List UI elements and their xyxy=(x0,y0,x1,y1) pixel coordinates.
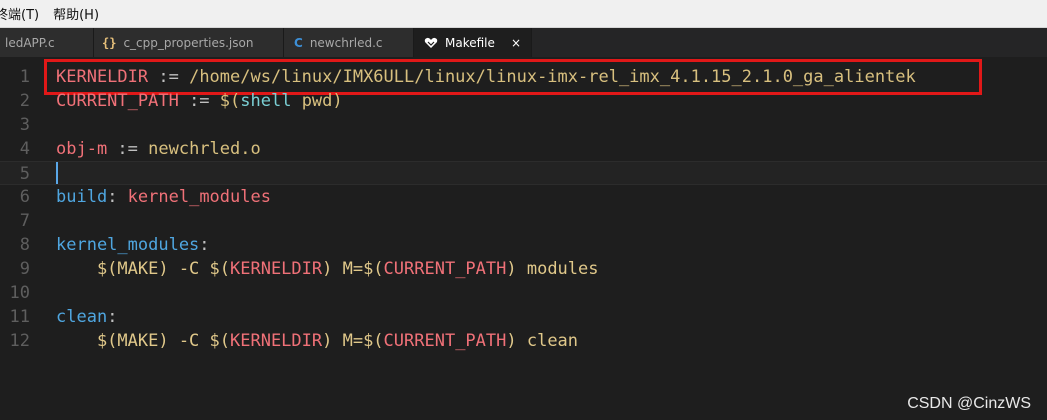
menu-bar: 终端(T) 帮助(H) xyxy=(0,0,1047,28)
code-token: ) clean xyxy=(506,331,579,351)
line-number: 12 xyxy=(9,331,30,351)
code-line[interactable]: 6 build: kernel_modules xyxy=(0,185,1047,209)
code-token: := xyxy=(178,91,220,111)
code-line[interactable]: 9 $(MAKE) -C $(KERNELDIR) M=$(CURRENT_PA… xyxy=(0,257,1047,281)
line-number: 4 xyxy=(19,139,30,159)
line-number: 9 xyxy=(19,259,30,279)
code-line[interactable]: 1 KERNELDIR := /home/ws/linux/IMX6ULL/lin… xyxy=(0,65,1047,89)
code-token: build xyxy=(56,187,108,207)
code-token: kernel_modules xyxy=(127,187,271,207)
code-token: KERNELDIR xyxy=(230,331,323,351)
tab-newchrled[interactable]: C newchrled.c xyxy=(284,28,414,57)
code-token: $(MAKE) -C $( xyxy=(56,259,230,279)
tab-c-cpp-properties[interactable]: {} c_cpp_properties.json xyxy=(94,28,284,57)
code-text: clean: xyxy=(56,305,117,329)
code-token: newchrled.o xyxy=(148,139,261,159)
code-text: CURRENT_PATH := $(shell pwd) xyxy=(56,89,343,113)
tab-bar: ledAPP.c {} c_cpp_properties.json C newc… xyxy=(0,28,1047,57)
watermark: CSDN @CinzWS xyxy=(907,395,1031,412)
code-line[interactable]: 3 xyxy=(0,113,1047,137)
code-line[interactable]: 5 xyxy=(0,161,1047,185)
code-line[interactable]: 4 obj-m := newchrled.o xyxy=(0,137,1047,161)
c-file-icon: C xyxy=(294,35,303,50)
line-number: 6 xyxy=(19,187,30,207)
code-token: /home/ws/linux/IMX6ULL/linux/linux-imx-r… xyxy=(189,67,916,87)
code-token: pwd) xyxy=(291,91,343,111)
code-token: CURRENT_PATH xyxy=(383,331,507,351)
code-text: $(MAKE) -C $(KERNELDIR) M=$(CURRENT_PATH… xyxy=(56,329,578,353)
line-number: 7 xyxy=(19,211,30,231)
line-number: 11 xyxy=(9,307,30,327)
code-line[interactable]: 12 $(MAKE) -C $(KERNELDIR) M=$(CURRENT_P… xyxy=(0,329,1047,353)
menu-help[interactable]: 帮助(H) xyxy=(53,4,99,23)
tab-makefile[interactable]: Makefile × xyxy=(414,28,532,57)
code-line[interactable]: 11 clean: xyxy=(0,305,1047,329)
code-token: ) M=$( xyxy=(322,259,384,279)
code-text: kernel_modules: xyxy=(56,233,210,257)
text-cursor xyxy=(56,162,58,184)
code-token: obj-m xyxy=(56,139,108,159)
line-number: 8 xyxy=(19,235,30,255)
tab-ledapp[interactable]: ledAPP.c xyxy=(0,28,94,57)
line-number: 10 xyxy=(9,283,30,303)
close-icon[interactable]: × xyxy=(511,36,521,50)
code-token: ) M=$( xyxy=(322,331,384,351)
code-line[interactable]: 8 kernel_modules: xyxy=(0,233,1047,257)
code-token: : xyxy=(199,235,210,255)
line-number: 5 xyxy=(19,164,30,184)
code-line[interactable]: 7 xyxy=(0,209,1047,233)
code-text: $(MAKE) -C $(KERNELDIR) M=$(CURRENT_PATH… xyxy=(56,257,599,281)
code-token: CURRENT_PATH xyxy=(383,259,507,279)
code-text: KERNELDIR := /home/ws/linux/IMX6ULL/linu… xyxy=(56,65,916,89)
tab-label: Makefile xyxy=(445,35,495,50)
code-token: := xyxy=(107,139,149,159)
menu-terminal[interactable]: 终端(T) xyxy=(0,4,39,23)
code-editor[interactable]: 1 KERNELDIR := /home/ws/linux/IMX6ULL/lin… xyxy=(0,57,1047,420)
code-token: KERNELDIR xyxy=(230,259,323,279)
code-line[interactable]: 2 CURRENT_PATH := $(shell pwd) xyxy=(0,89,1047,113)
code-token: $(MAKE) -C $( xyxy=(56,331,230,351)
code-token: ) modules xyxy=(506,259,599,279)
code-token: KERNELDIR xyxy=(56,67,149,87)
line-number: 2 xyxy=(19,91,30,111)
code-token: kernel_modules xyxy=(56,235,200,255)
code-token: CURRENT_PATH xyxy=(56,91,179,111)
code-token: := xyxy=(148,67,190,87)
line-number: 1 xyxy=(19,67,30,87)
code-token: : xyxy=(107,187,128,207)
code-line[interactable]: 10 xyxy=(0,281,1047,305)
code-text: build: kernel_modules xyxy=(56,185,271,209)
code-text: obj-m := newchrled.o xyxy=(56,137,261,161)
code-token: : xyxy=(107,307,118,327)
tab-label: newchrled.c xyxy=(309,35,383,50)
code-token: clean xyxy=(56,307,108,327)
code-token: $( xyxy=(219,91,241,111)
makefile-icon xyxy=(424,37,438,49)
json-braces-icon: {} xyxy=(102,35,117,50)
tab-label: ledAPP.c xyxy=(5,35,55,50)
line-number: 3 xyxy=(19,115,30,135)
code-token: shell xyxy=(240,91,292,111)
tab-label: c_cpp_properties.json xyxy=(123,35,254,50)
